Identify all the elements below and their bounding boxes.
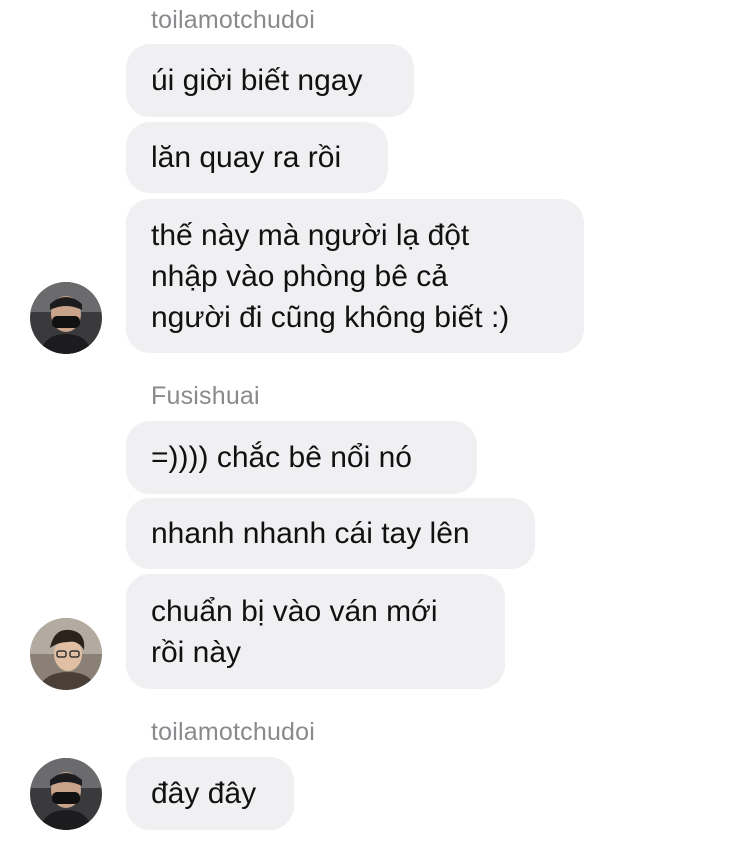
message-text: đây đây	[151, 777, 257, 810]
message-text: =)))) chắc bê nổi nó	[151, 441, 412, 474]
avatar-masked-person-icon	[30, 282, 102, 354]
avatar-masked-person-icon	[30, 758, 102, 830]
message-bubble[interactable]: úi giời biết ngay	[126, 44, 414, 117]
message-bubble[interactable]: nhanh nhanh cái tay lên	[126, 498, 535, 569]
message-bubble[interactable]: =)))) chắc bê nổi nó	[126, 421, 477, 494]
sender-name: Fusishuai	[151, 382, 260, 410]
avatar[interactable]	[30, 618, 102, 690]
message-text: nhanh nhanh cái tay lên	[151, 517, 470, 550]
message-text: thế này mà người lạ đột nhập vào phòng b…	[151, 218, 510, 334]
message-bubble[interactable]: thế này mà người lạ đột nhập vào phòng b…	[126, 199, 584, 353]
message-bubble[interactable]: chuẩn bị vào ván mới rồi này	[126, 574, 505, 689]
message-text: lăn quay ra rồi	[151, 141, 342, 174]
avatar-person-icon	[30, 618, 102, 690]
sender-name: toilamotchudoi	[151, 718, 316, 746]
message-text: úi giời biết ngay	[151, 64, 363, 97]
message-bubble[interactable]: đây đây	[126, 757, 294, 830]
message-bubble[interactable]: lăn quay ra rồi	[126, 122, 388, 193]
avatar[interactable]	[30, 282, 102, 354]
sender-name: toilamotchudoi	[151, 6, 316, 34]
message-text: chuẩn bị vào ván mới rồi này	[151, 594, 438, 669]
avatar[interactable]	[30, 758, 102, 830]
